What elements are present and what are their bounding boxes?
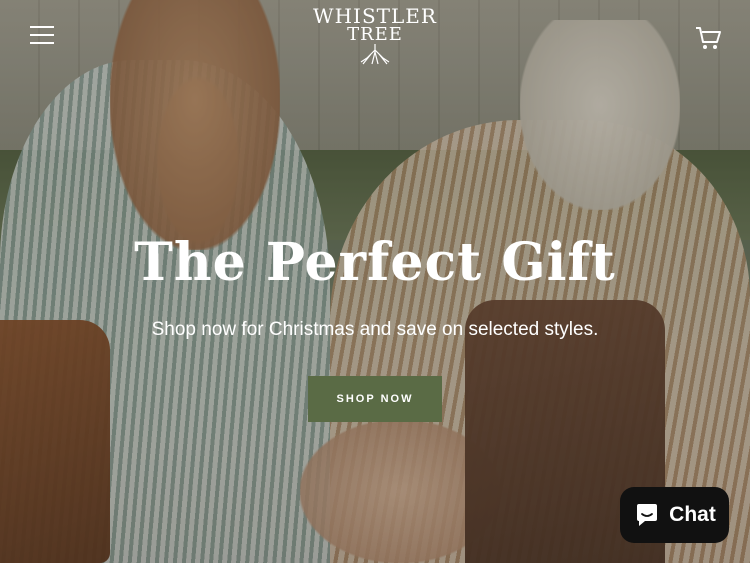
hero-banner: WHISTLER TREE The Perfect Gift Shop now … — [0, 0, 750, 563]
tree-roots-icon — [360, 44, 390, 65]
hamburger-menu-icon[interactable] — [30, 26, 54, 48]
hero-title: The Perfect Gift — [134, 232, 616, 293]
hero-subtitle: Shop now for Christmas and save on selec… — [151, 319, 599, 340]
logo-text-line1: WHISTLER — [313, 4, 437, 28]
shopping-cart-icon[interactable] — [694, 24, 722, 52]
shop-now-button[interactable]: SHOP NOW — [308, 376, 442, 422]
site-header: WHISTLER TREE — [0, 0, 750, 75]
chat-label: Chat — [669, 503, 716, 526]
site-logo[interactable]: WHISTLER TREE — [300, 6, 450, 66]
chat-button[interactable]: Chat — [620, 487, 729, 543]
logo-text-line2: TREE — [347, 24, 403, 45]
chat-bubble-icon — [637, 504, 658, 526]
